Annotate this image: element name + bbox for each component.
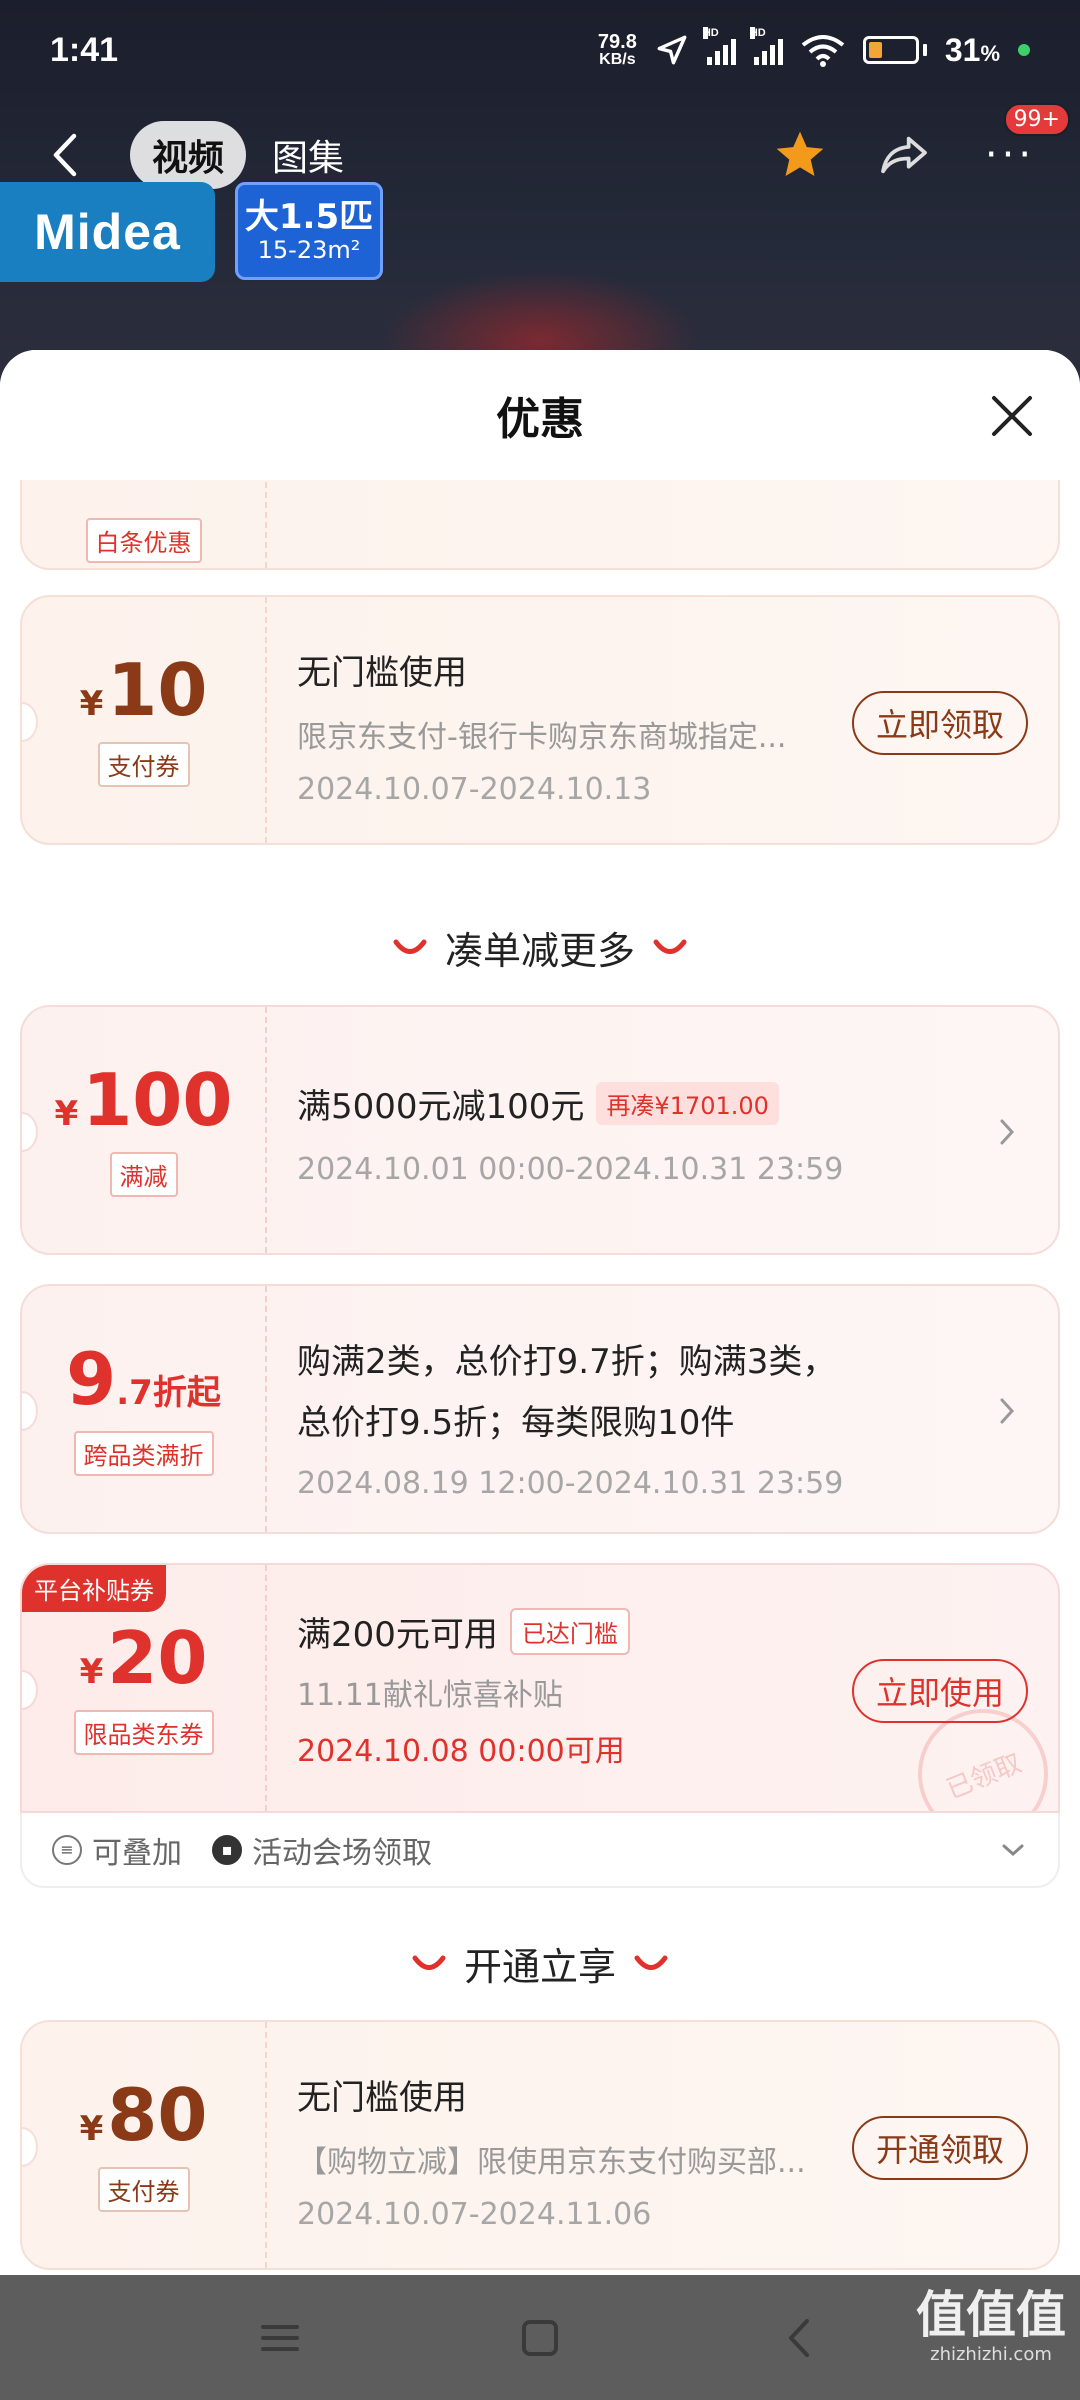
net-speed: 79.8 KB/s (597, 31, 637, 68)
coupon-footer: ≡ 可叠加 ▪ 活动会场领取 (20, 1813, 1060, 1888)
more-icon: ··· (984, 132, 1036, 178)
notification-badge: 99+ (1003, 103, 1070, 136)
menu-icon[interactable] (255, 2313, 305, 2363)
home-icon[interactable] (515, 2313, 565, 2363)
smile-icon (412, 1955, 446, 1970)
coupon-tag: 支付券 (97, 741, 190, 787)
coupon-card-pay-80: ¥80 支付券 无门槛使用 【购物立减】限使用京东支付购买部... 2024.1… (20, 2020, 1060, 2270)
coupon-title: 满200元可用 已达门槛 (297, 1607, 1028, 1656)
stack-icon: ≡ (52, 1834, 82, 1865)
venue-info: ▪ 活动会场领取 (212, 1828, 432, 1872)
coupon-title: 满5000元减100元 再凑¥1701.00 (297, 1079, 1028, 1128)
venue-icon: ▪ (212, 1834, 242, 1865)
coupon-tag: 支付券 (97, 2166, 190, 2212)
stackable-info: ≡ 可叠加 (52, 1828, 182, 1872)
sheet-scroll-area[interactable]: 白条优惠 ¥10 支付券 无门槛使用 限京东支付-银行卡购京东商城指定... 2… (0, 350, 1080, 2275)
coupon-tag: 限品类东券 (73, 1709, 214, 1755)
status-bar: 1:41 79.8 KB/s HD HD 31% (0, 0, 1080, 100)
brand-logo: Midea (0, 182, 215, 282)
section-heading-bundle: 凑单减更多 (0, 920, 1080, 975)
coupon-amount: 9.7折起 (66, 1336, 221, 1421)
location-icon (657, 35, 687, 65)
coupon-card-pay-10: ¥10 支付券 无门槛使用 限京东支付-银行卡购京东商城指定... 2024.1… (20, 595, 1060, 845)
coupon-card-cross-category[interactable]: 9.7折起 跨品类满折 购满2类，总价打9.7折；购满3类， 总价打9.5折；每… (20, 1284, 1060, 1534)
tab-video[interactable]: 视频 (130, 121, 247, 189)
more-button[interactable]: ··· 99+ (980, 103, 1070, 183)
chevron-right-icon (1000, 1398, 1015, 1424)
section-heading-activate: 开通立享 (0, 1936, 1080, 1991)
close-icon[interactable] (984, 388, 1040, 444)
battery-icon (862, 36, 927, 64)
coupon-amount: ¥80 (79, 2072, 208, 2157)
coupon-desc: 限京东支付-银行卡购京东商城指定... (297, 720, 787, 755)
chevron-down-icon[interactable] (998, 1840, 1028, 1860)
back-nav-icon[interactable] (775, 2313, 825, 2363)
spec-badge: 大1.5匹 15-23m² (235, 182, 383, 280)
coupon-date: 2024.08.19 12:00-2024.10.31 23:59 (297, 1466, 844, 1501)
sheet-title: 优惠 (496, 394, 584, 445)
coupon-rule-line2: 总价打9.5折；每类限购10件 (297, 1403, 735, 1443)
battery-percent: 31% (944, 31, 1000, 68)
coupon-rule-line1: 购满2类，总价打9.7折；购满3类， (297, 1342, 837, 1382)
threshold-pill: 已达门槛 (509, 1608, 630, 1655)
smile-icon (653, 939, 687, 954)
share-icon[interactable] (876, 127, 932, 183)
promotions-sheet: 优惠 白条优惠 ¥10 支付券 无门槛使用 限京东支付-银行卡购京东商城指定..… (0, 350, 1080, 2275)
coupon-tag: 白条优惠 (85, 517, 202, 563)
star-icon[interactable] (772, 127, 828, 183)
sheet-header: 优惠 (0, 350, 1080, 480)
privacy-dot (1018, 44, 1030, 56)
coupon-date: 2024.10.07-2024.11.06 (297, 2197, 652, 2232)
coupon-tag: 满减 (109, 1151, 178, 1197)
signal-2-icon: HD (749, 27, 783, 65)
coupon-amount: ¥100 (54, 1057, 233, 1142)
coupon-desc: 11.11献礼惊喜补贴 (297, 1678, 563, 1713)
wifi-icon (801, 35, 845, 67)
product-banner: Midea 大1.5匹 15-23m² (0, 182, 383, 282)
coupon-card-subsidy-20: 平台补贴券 ¥20 限品类东券 满200元可用 已达门槛 11.11献礼惊喜补贴… (20, 1563, 1060, 1813)
coupon-date: 2024.10.07-2024.10.13 (297, 772, 652, 807)
coupon-tag: 跨品类满折 (73, 1430, 214, 1476)
coupon-title: 无门槛使用 (297, 653, 467, 693)
chevron-right-icon (1000, 1119, 1015, 1145)
coupon-card-discount-100[interactable]: ¥100 满减 满5000元减100元 再凑¥1701.00 2024.10.0… (20, 1005, 1060, 1255)
activate-claim-button[interactable]: 开通领取 (851, 2116, 1028, 2180)
chevron-left-icon (53, 133, 77, 177)
claim-button[interactable]: 立即领取 (851, 691, 1028, 755)
coupon-title: 无门槛使用 (297, 2078, 467, 2118)
smile-icon (393, 939, 427, 954)
tab-gallery[interactable]: 图集 (272, 129, 344, 181)
coupon-desc: 【购物立减】限使用京东支付购买部... (297, 2145, 806, 2180)
smile-icon (634, 1955, 668, 1970)
back-button[interactable] (40, 125, 90, 185)
shortfall-pill: 再凑¥1701.00 (596, 1082, 779, 1125)
coupon-amount: ¥10 (79, 647, 208, 732)
coupon-amount: ¥20 (79, 1615, 208, 1700)
site-watermark: 值值值 zhizhizhi.com (916, 2286, 1066, 2365)
coupon-date: 2024.10.01 00:00-2024.10.31 23:59 (297, 1152, 844, 1187)
status-time: 1:41 (50, 30, 119, 69)
signal-icon: HD (702, 27, 736, 65)
